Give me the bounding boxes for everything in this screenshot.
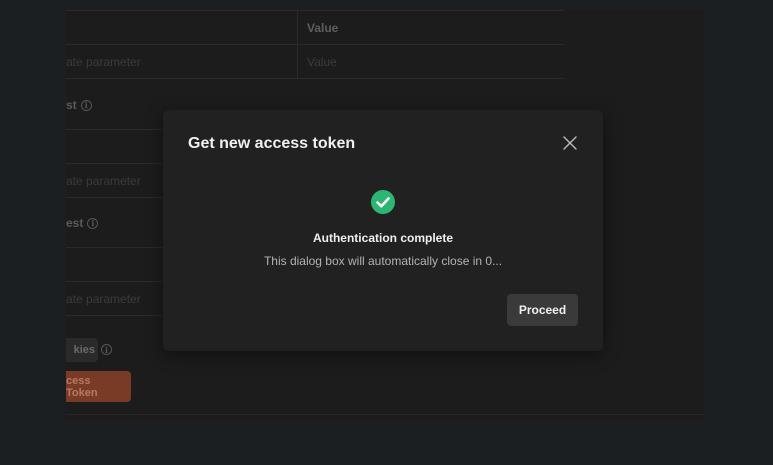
key-header [66,11,298,44]
divider [66,414,704,415]
info-icon[interactable]: i [80,99,92,111]
get-new-access-token-button[interactable]: cess Token [66,371,131,402]
dialog-title: Get new access token [188,135,356,152]
table-row: ate parameter Value [66,45,564,79]
key-input[interactable]: ate parameter [66,45,298,78]
close-button[interactable] [561,134,579,152]
cookies-button[interactable]: kies [66,338,98,362]
status-title: Authentication complete [312,231,453,245]
status-message: This dialog box will automatically close… [263,254,503,268]
value-header: Value [307,20,339,35]
value-input[interactable]: Value [298,45,564,78]
section-label-2: est i [66,216,99,230]
info-icon[interactable]: i [101,344,112,355]
access-token-dialog: Get new access token Authentication comp… [163,110,603,351]
table-header-row: Value [66,11,564,45]
proceed-button[interactable]: Proceed [507,294,578,326]
close-icon [563,136,577,150]
params-table-1: Value ate parameter Value [66,10,564,79]
success-check-icon [371,190,395,214]
section-label-1: st i [66,98,92,112]
info-icon[interactable]: i [87,217,99,229]
